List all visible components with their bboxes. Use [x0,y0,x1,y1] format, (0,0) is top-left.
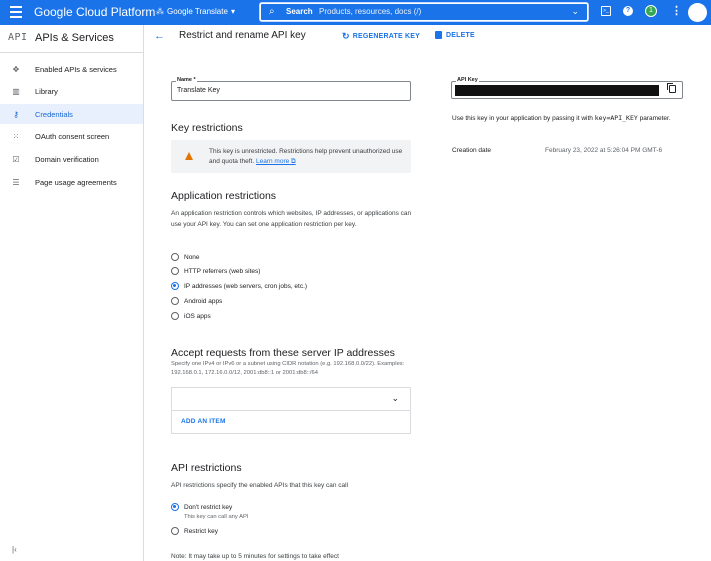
radio-button[interactable] [171,527,179,535]
radio-label: iOS apps [184,312,211,320]
unrestricted-warning: This key is unrestricted. Restrictions h… [171,140,411,173]
refresh-icon: ↻ [342,31,350,41]
radio-sublabel: This key can call any API [184,514,249,520]
radio-button-selected[interactable] [171,503,179,511]
name-field[interactable]: Name * Translate Key [171,77,411,101]
search-label: Search [286,7,313,16]
sidebar: API APIs & Services ✥ Enabled APIs & ser… [0,25,144,561]
application-restrictions-description: An application restriction controls whic… [171,210,412,228]
sidebar-item-domain-verification[interactable]: ☑ Domain verification [0,149,143,169]
creation-date-label: Creation date [452,147,492,154]
collapse-sidebar-icon[interactable]: |‹ [12,545,17,554]
warning-text: This key is unrestricted. Restrictions h… [209,148,403,165]
warning-icon [185,152,193,160]
search-input[interactable]: Products, resources, docs (/) [319,7,421,16]
sidebar-header: API APIs & Services [0,25,143,53]
sidebar-item-label: Library [35,86,58,96]
sidebar-item-library[interactable]: ▥ Library [0,81,143,101]
name-field-label: Name * [176,77,197,83]
sidebar-item-enabled-apis[interactable]: ✥ Enabled APIs & services [0,59,143,79]
sidebar-item-page-usage[interactable]: ☰ Page usage agreements [0,172,143,192]
chevron-down-icon: ▾ [230,7,235,16]
radio-app-http-referrers[interactable]: HTTP referrers (web sites) [171,267,260,275]
key-restrictions-heading: Key restrictions [171,122,243,134]
more-vert-icon[interactable]: ⋮ [671,4,682,17]
notification-badge[interactable]: 1 [645,5,657,17]
radio-dont-restrict-key[interactable]: Don't restrict key [171,503,232,511]
learn-more-link[interactable]: Learn more ⧉ [256,158,296,165]
cloud-shell-icon[interactable]: >_ [601,6,611,16]
name-field-value[interactable]: Translate Key [177,87,220,94]
ip-addresses-description: Specify one IPv4 or IPv6 or a subnet usi… [171,361,405,376]
key-icon: ⚷ [13,109,19,119]
api-logo: API [8,32,28,43]
brand-title[interactable]: Google Cloud Platform [34,5,155,19]
settings-note: Note: It may take up to 5 minutes for se… [171,553,339,560]
add-item-button[interactable]: ADD AN ITEM [181,418,226,425]
radio-label: HTTP referrers (web sites) [184,267,261,275]
radio-app-none[interactable]: None [171,253,200,261]
diamond-grid-icon: ✥ [12,64,20,74]
sidebar-item-label: Domain verification [35,154,99,164]
radio-app-ios[interactable]: iOS apps [171,312,211,320]
api-key-redacted [455,85,659,96]
project-name: Google Translate [167,7,228,16]
regenerate-key-label: REGENERATE KEY [352,33,420,40]
radio-label: None [184,253,200,261]
radio-label: IP addresses (web servers, cron jobs, et… [184,282,308,290]
api-key-usage-note: Use this key in your application by pass… [452,113,692,124]
chevron-down-icon[interactable]: ⌄ [571,6,579,17]
usage-param: key=API_KEY [594,114,638,122]
help-icon[interactable]: ? [623,6,633,16]
radio-button[interactable] [171,267,179,275]
api-restrictions-heading: API restrictions [171,462,242,474]
application-restrictions-heading: Application restrictions [171,190,277,202]
delete-label: DELETE [446,31,475,39]
sidebar-item-credentials[interactable]: ⚷ Credentials [0,104,143,124]
radio-app-ip-addresses[interactable]: IP addresses (web servers, cron jobs, et… [171,282,307,290]
chevron-down-icon[interactable]: ⌄ [391,393,399,404]
search-bar[interactable]: ⌕ Search Products, resources, docs (/) ⌄ [259,2,589,22]
usage-prefix: Use this key in your application by pass… [452,115,593,122]
radio-app-android[interactable]: Android apps [171,297,222,305]
radio-label: Restrict key [184,527,218,535]
radio-label: Android apps [184,297,223,305]
settings-list-icon: ☰ [12,177,20,187]
delete-button[interactable]: DELETE [435,31,475,39]
api-restrictions-description: API restrictions specify the enabled API… [171,482,349,489]
copy-icon[interactable] [667,83,676,93]
regenerate-key-button[interactable]: ↻ REGENERATE KEY [342,31,420,42]
sidebar-item-label: Credentials [35,109,73,119]
sidebar-item-label: OAuth consent screen [35,131,110,141]
project-selector[interactable]: ⁂ Google Translate ▾ [156,7,235,16]
sidebar-title: APIs & Services [35,32,114,44]
top-bar: Google Cloud Platform ⁂ Google Translate… [0,0,711,25]
radio-label: Don't restrict key [184,503,233,511]
sidebar-item-oauth-consent[interactable]: ⁙ OAuth consent screen [0,126,143,146]
sidebar-item-label: Enabled APIs & services [35,64,117,74]
api-key-field: API Key [451,77,683,99]
usage-suffix: parameter. [639,115,671,122]
radio-button-selected[interactable] [171,282,179,290]
creation-date-value: February 23, 2022 at 5:26:04 PM GMT-6 [545,147,663,154]
consent-grid-icon: ⁙ [12,131,20,141]
menu-icon[interactable] [10,6,22,18]
trash-icon [435,31,442,39]
radio-button[interactable] [171,253,179,261]
radio-button[interactable] [171,297,179,305]
search-icon: ⌕ [269,6,275,17]
domain-check-icon: ☑ [12,154,20,164]
avatar[interactable] [688,3,707,22]
project-icon: ⁂ [156,7,164,16]
library-icon: ▥ [12,86,20,96]
ip-address-list: ⌄ ADD AN ITEM [171,387,411,434]
sidebar-item-label: Page usage agreements [35,177,117,187]
page-header: ← Restrict and rename API key ↻ REGENERA… [144,25,711,47]
back-arrow-icon[interactable]: ← [154,30,165,42]
ip-addresses-heading: Accept requests from these server IP add… [171,347,395,359]
radio-restrict-key[interactable]: Restrict key [171,527,218,535]
api-key-label: API Key [456,77,479,83]
page-title: Restrict and rename API key [179,30,306,41]
radio-button[interactable] [171,312,179,320]
